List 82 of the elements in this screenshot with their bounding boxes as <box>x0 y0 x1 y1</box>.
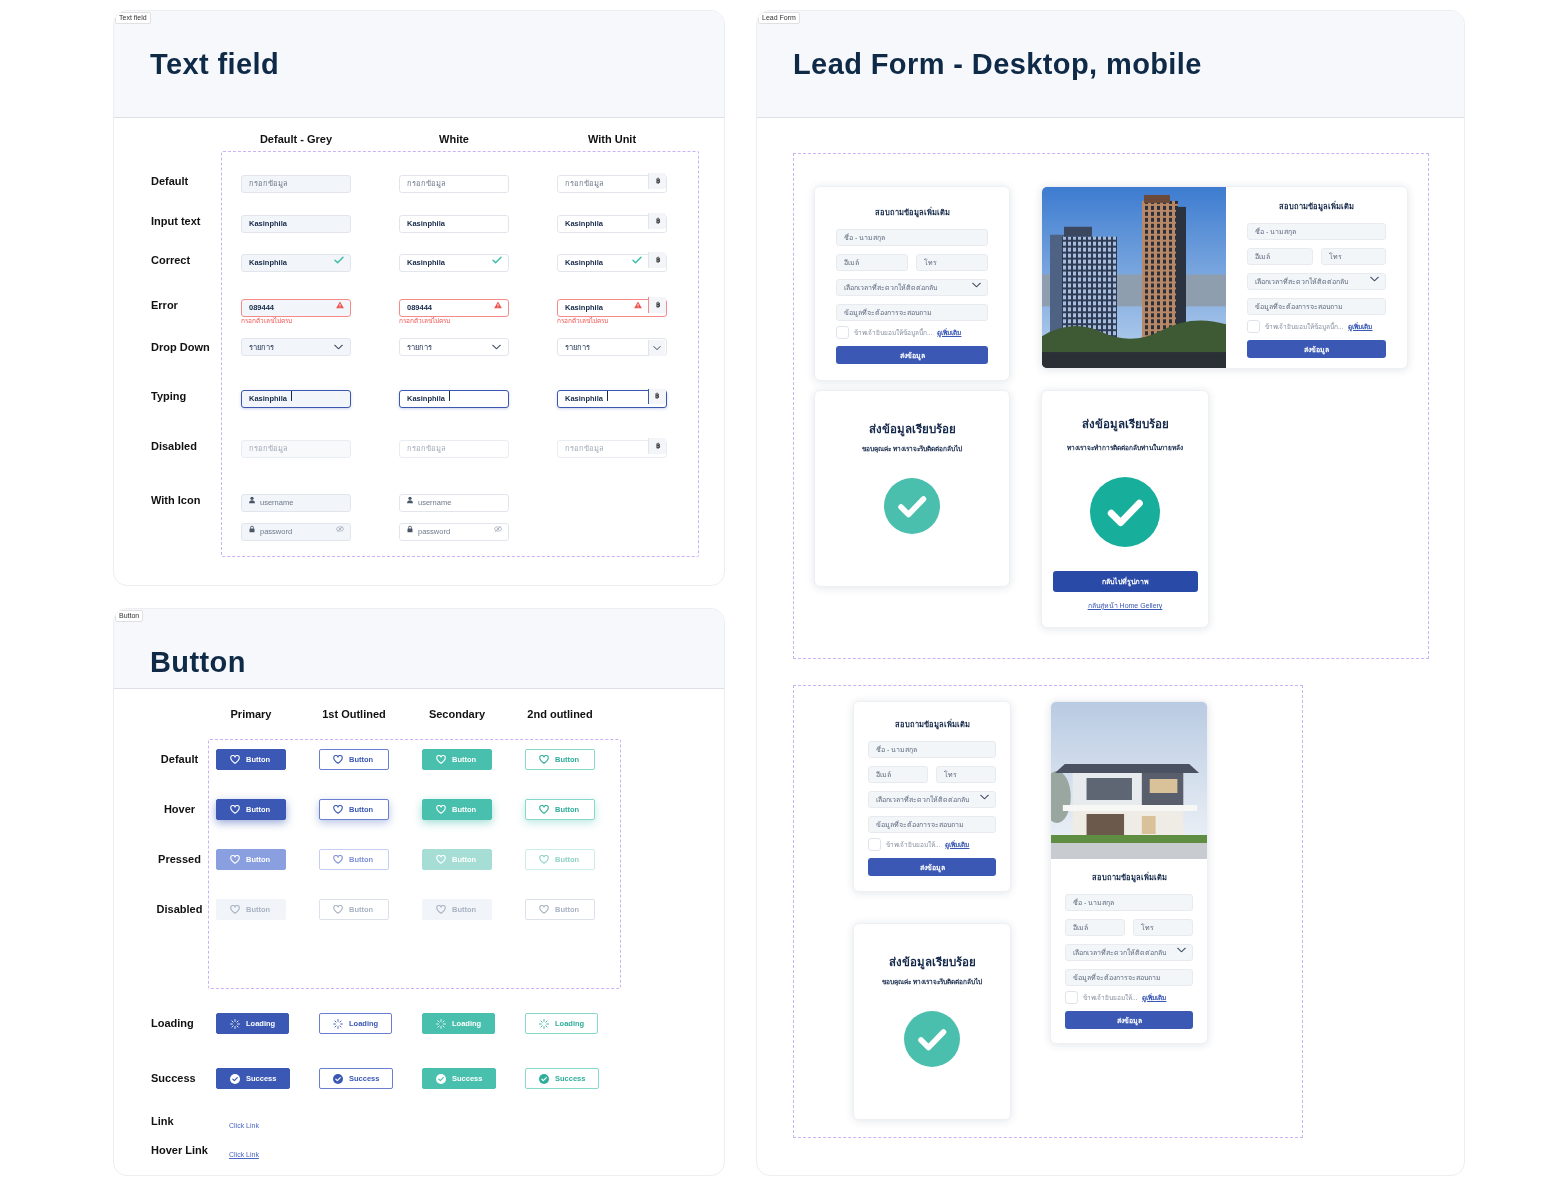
check-icon <box>632 256 642 264</box>
check-icon <box>492 256 502 264</box>
spinner-icon <box>539 1018 549 1029</box>
column-header: Primary <box>230 707 272 720</box>
chevron-down-icon <box>972 282 981 287</box>
row-label: Success <box>151 1071 197 1086</box>
check-circle-icon <box>539 1073 549 1084</box>
text-cursor <box>449 391 450 401</box>
row-label: Drop Down <box>151 340 211 355</box>
heart-icon <box>230 855 240 864</box>
row-label: Disabled <box>151 439 198 454</box>
row-label: Pressed <box>158 852 201 867</box>
check-circle-icon <box>1090 477 1160 547</box>
check-circle-icon <box>230 1073 240 1084</box>
column-header: White <box>439 132 469 145</box>
chevron-down-icon <box>980 794 989 799</box>
chevron-down-icon <box>334 344 343 350</box>
check-circle-icon <box>884 478 940 534</box>
chevron-down-icon <box>492 344 501 350</box>
heart-icon <box>539 905 549 914</box>
row-label: Hover <box>163 802 196 817</box>
check-circle-icon <box>333 1073 343 1084</box>
success-title: ส่งข้อมูลเรียบร้อย <box>888 954 976 971</box>
row-label: With Icon <box>151 493 202 508</box>
spinner-icon <box>436 1018 446 1029</box>
chevron-down-icon <box>1177 947 1186 952</box>
user-icon <box>407 496 413 504</box>
eye-off-icon <box>494 526 502 532</box>
warning-icon <box>494 301 502 309</box>
column-header: 2nd outlined <box>527 707 593 720</box>
row-label: Loading <box>151 1016 195 1031</box>
check-circle-icon <box>904 1010 960 1067</box>
spinner-icon <box>333 1018 343 1029</box>
column-header: With Unit <box>587 132 637 145</box>
row-label: Correct <box>151 253 192 268</box>
chevron-down-icon <box>1370 276 1379 281</box>
check-icon <box>334 256 344 264</box>
column-header: Default - Grey <box>259 132 333 145</box>
heart-icon <box>230 805 240 814</box>
row-label: Default <box>160 752 199 767</box>
row-label: Link <box>151 1114 175 1128</box>
heart-icon <box>230 905 240 914</box>
spinner-icon <box>230 1018 240 1029</box>
heart-icon <box>333 855 343 864</box>
heart-icon <box>539 755 549 764</box>
heart-icon <box>230 755 240 764</box>
heart-icon <box>333 905 343 914</box>
checkbox[interactable] <box>1247 320 1260 333</box>
row-label: Disabled <box>156 902 203 917</box>
heart-icon <box>539 805 549 814</box>
row-label: Error <box>151 298 179 313</box>
frame-title: Button <box>150 646 246 679</box>
heart-icon <box>539 855 549 864</box>
eye-off-icon <box>336 526 344 532</box>
text-cursor <box>291 391 292 401</box>
heart-icon <box>333 755 343 764</box>
lock-icon <box>249 525 255 533</box>
row-label: Typing <box>151 389 188 404</box>
text-cursor <box>607 391 608 401</box>
row-label: Hover Link <box>151 1143 208 1157</box>
warning-icon <box>634 301 642 309</box>
checkbox[interactable] <box>836 326 849 339</box>
checkbox[interactable] <box>868 838 881 851</box>
heart-icon <box>436 855 446 864</box>
success-title: ส่งข้อมูลเรียบร้อย <box>868 422 956 438</box>
lock-icon <box>407 525 413 533</box>
heart-icon <box>436 805 446 814</box>
chevron-down-icon <box>648 340 665 356</box>
row-label: Default <box>151 174 190 189</box>
heart-icon <box>436 905 446 914</box>
checkbox[interactable] <box>1065 991 1078 1004</box>
column-header: 1st Outlined <box>322 707 386 720</box>
frame-title: Lead Form - Desktop, mobile <box>793 47 1202 81</box>
warning-icon <box>336 301 344 309</box>
row-label: Input text <box>151 214 202 229</box>
success-title: ส่งข้อมูลเรียบร้อย <box>1081 417 1169 433</box>
user-icon <box>249 496 255 504</box>
check-circle-icon <box>436 1073 446 1084</box>
frame-title: Text field <box>150 47 280 81</box>
heart-icon <box>333 805 343 814</box>
heart-icon <box>436 755 446 764</box>
column-header: Secondary <box>428 707 486 720</box>
